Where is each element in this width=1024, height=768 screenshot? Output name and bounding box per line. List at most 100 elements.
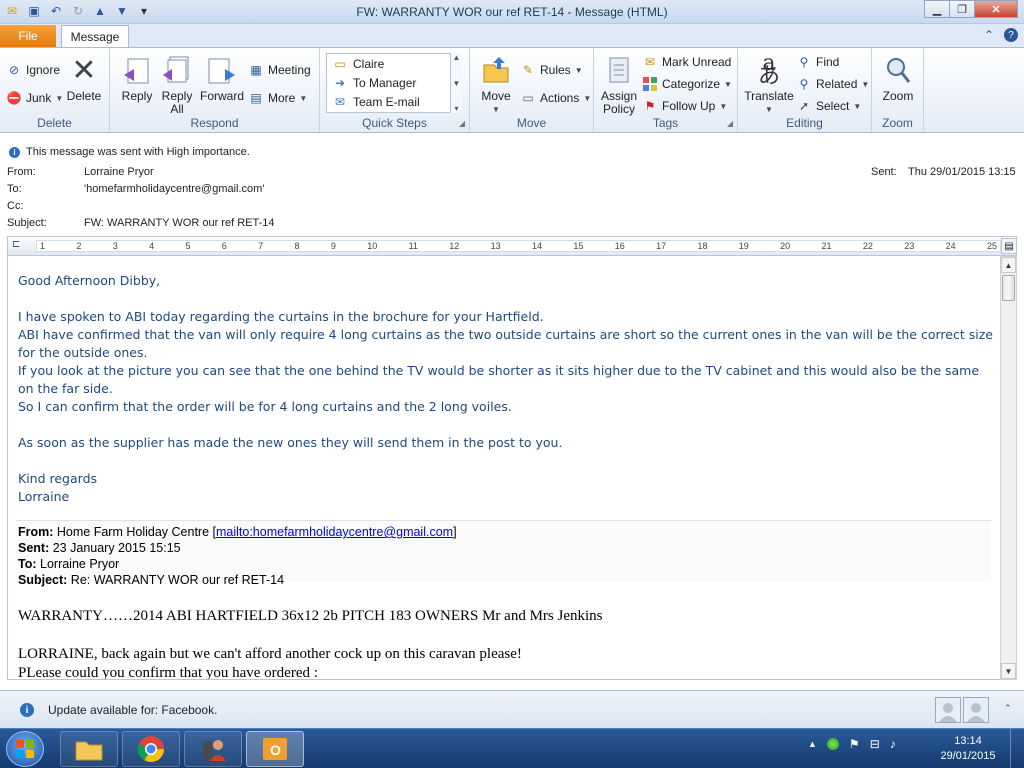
taskbar-chrome[interactable] (122, 731, 180, 767)
status-green-icon[interactable] (826, 738, 839, 750)
minimize-button[interactable]: ▁ (924, 0, 950, 18)
network-icon[interactable]: ⊟ (870, 737, 880, 751)
vertical-scrollbar[interactable]: ▲ ▼ (1000, 256, 1017, 680)
quick-steps-gallery: ▭ Claire ➜ To Manager ✉ Team E-mail (326, 53, 462, 113)
info-icon: i (9, 146, 20, 158)
select-label: Select (816, 99, 850, 113)
to-value[interactable]: 'homefarmholidaycentre@gmail.com' (84, 183, 264, 195)
group-delete: ⊘ Ignore ⛔ Junk ▼ ✕ Delete Delete (0, 48, 110, 132)
move-icon (480, 54, 512, 86)
zoom-button[interactable]: Zoom (878, 54, 918, 103)
help-icon[interactable]: ? (1004, 28, 1018, 42)
mail-icon: ✉ (334, 94, 346, 109)
from-value[interactable]: Lorraine Pryor (84, 166, 154, 178)
minimize-ribbon-icon[interactable]: ⌃ (984, 28, 994, 42)
group-label-tags: Tags (652, 116, 679, 130)
mark-unread-button[interactable]: ✉ Mark Unread (642, 54, 731, 70)
ruler-tick-label: 6 (221, 241, 227, 251)
forwarded-from-close: ] (453, 525, 457, 539)
tab-message[interactable]: Message (61, 25, 129, 48)
clock[interactable]: 13:14 29/01/2015 (936, 734, 1000, 764)
forwarded-from-value: Home Farm Holiday Centre [ (56, 525, 216, 539)
forward-button[interactable]: Forward (198, 54, 246, 103)
categorize-button[interactable]: Categorize ▼ (642, 76, 732, 92)
maximize-button[interactable]: ❐ (949, 0, 975, 18)
ruler-tick-label: 4 (149, 241, 155, 251)
related-button[interactable]: ⚲ Related ▼ (796, 76, 870, 92)
actions-icon: ▭ (522, 91, 534, 105)
reply-button[interactable]: Reply (118, 54, 156, 103)
action-center-flag-icon[interactable]: ⚑ (849, 737, 860, 751)
reply-all-label-2: All (170, 102, 184, 116)
taskbar-explorer[interactable] (60, 731, 118, 767)
tab-stop-icon[interactable]: ⊏ (12, 239, 20, 250)
title-bar: ✉ ▣ ↶ ↻ ▲ ▼ ▾ FW: WARRANTY WOR our ref R… (0, 0, 1024, 24)
person-icon (967, 703, 985, 722)
tab-file[interactable]: File (0, 25, 56, 47)
quick-step-to-manager[interactable]: ➜ To Manager (327, 73, 461, 92)
show-desktop-button[interactable] (1010, 729, 1024, 768)
body-paragraph: So I can confirm that the order will be … (18, 399, 512, 414)
expand-pane-icon[interactable]: ⌃ (1004, 703, 1012, 714)
move-button[interactable]: Move ▼ (476, 54, 516, 116)
envelope-icon: ✉ (644, 55, 656, 69)
find-button[interactable]: ⚲ Find (796, 54, 840, 70)
ruler-tick-label: 1 (40, 241, 46, 251)
forwarded-subject-label: Subject: (18, 573, 68, 587)
scroll-thumb[interactable] (1002, 275, 1015, 301)
assign-policy-button[interactable]: Assign Policy (598, 54, 640, 116)
meeting-button[interactable]: ▦ Meeting (248, 62, 310, 78)
scroll-up-icon[interactable]: ▲ (453, 53, 461, 62)
select-button[interactable]: ➚ Select ▼ (796, 98, 861, 114)
junk-button[interactable]: ⛔ Junk ▼ (6, 90, 64, 106)
dialog-launcher-icon[interactable]: ◢ (727, 119, 733, 128)
mailto-link[interactable]: mailto:homefarmholidaycentre@gmail.com (216, 525, 453, 539)
quick-step-claire[interactable]: ▭ Claire (327, 54, 461, 73)
ribbon: ⊘ Ignore ⛔ Junk ▼ ✕ Delete Delete Reply … (0, 47, 1024, 133)
scroll-down-icon[interactable]: ▼ (453, 79, 461, 88)
rules-button[interactable]: ✎ Rules ▼ (520, 62, 583, 78)
people-pane-bar: i Update available for: Facebook. ⌃ (0, 690, 1024, 728)
volume-icon[interactable]: ♪ (890, 737, 896, 751)
show-hidden-icons-icon[interactable]: ▲ (808, 739, 817, 749)
scroll-down-icon[interactable]: ▼ (1001, 663, 1016, 679)
importance-text: This message was sent with High importan… (26, 146, 250, 158)
mark-unread-label: Mark Unread (662, 55, 732, 69)
more-button[interactable]: ▤ More ▼ (248, 90, 307, 106)
quick-step-label: Team E-mail (353, 94, 420, 109)
update-notice[interactable]: Update available for: Facebook. (48, 703, 217, 717)
quick-step-team-email[interactable]: ✉ Team E-mail (327, 92, 461, 111)
forwarded-to-line: To: Lorraine Pryor (18, 556, 119, 572)
ruler-tick-label: 3 (112, 241, 118, 251)
delete-button[interactable]: ✕ Delete (66, 54, 102, 103)
more-icon: ▤ (250, 91, 262, 105)
ruler-tick-label: 23 (904, 241, 915, 251)
follow-up-button[interactable]: ⚑ Follow Up ▼ (642, 98, 728, 114)
forwarded-body-line: WARRANTY……2014 ABI HARTFIELD 36x12 2b PI… (18, 608, 603, 624)
translate-label: Translate (744, 89, 794, 103)
contact-photo[interactable] (963, 697, 989, 723)
actions-button[interactable]: ▭ Actions ▼ (520, 90, 591, 106)
ignore-button[interactable]: ⊘ Ignore (6, 62, 60, 78)
start-button[interactable] (6, 731, 44, 767)
ruler[interactable]: ⊏ 1 2 3 4 5 6 7 8 9 10 11 12 13 14 15 16 17 18 19 20 21 22 23 2… (7, 236, 1017, 256)
reply-all-button[interactable]: Reply All (158, 54, 196, 116)
quick-steps-scroll[interactable]: ▲ ▼ ▾ (450, 53, 462, 113)
chevron-down-icon: ▼ (55, 93, 64, 103)
group-quick-steps: ▭ Claire ➜ To Manager ✉ Team E-mail ▲ ▼ … (320, 48, 470, 132)
translate-button[interactable]: aあ Translate ▼ (742, 53, 796, 116)
scroll-up-icon[interactable]: ▲ (1001, 257, 1016, 273)
close-button[interactable]: ✕ (974, 0, 1018, 18)
contact-photo[interactable] (935, 697, 961, 723)
taskbar-outlook[interactable]: O (246, 731, 304, 767)
group-move: Move ▼ ✎ Rules ▼ ▭ Actions ▼ Move (470, 48, 594, 132)
flag-icon: ⚑ (644, 99, 656, 113)
message-body[interactable]: Good Afternoon Dibby, I have spoken to A… (7, 256, 1000, 680)
chevron-down-icon: ▼ (853, 101, 862, 111)
ruler-tick-label: 16 (614, 241, 625, 251)
svg-text:O: O (270, 742, 281, 758)
expand-gallery-icon[interactable]: ▾ (454, 104, 458, 113)
view-ruler-icon[interactable]: ▤ (1001, 238, 1017, 254)
taskbar-app[interactable] (184, 731, 242, 767)
dialog-launcher-icon[interactable]: ◢ (459, 119, 465, 128)
